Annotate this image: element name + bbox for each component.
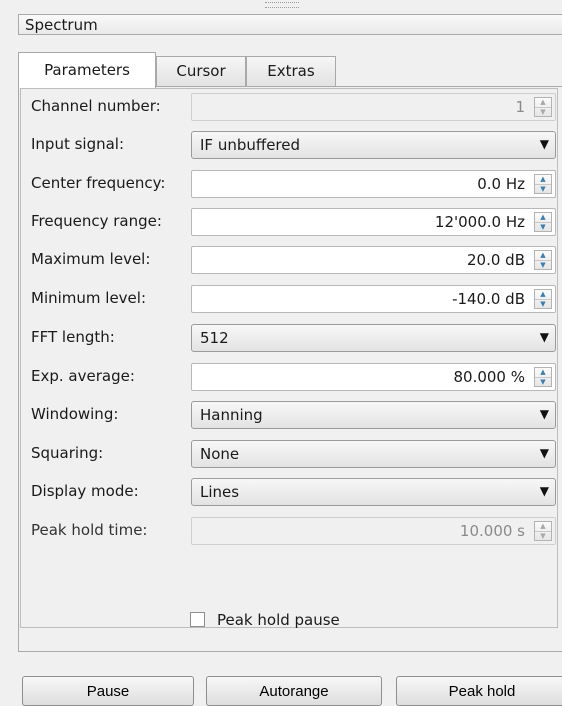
- tab-parameters[interactable]: Parameters: [18, 52, 156, 88]
- windowing-value: Hanning: [200, 406, 263, 424]
- windowing-label: Windowing:: [31, 405, 119, 423]
- fft-length-dropdown[interactable]: 512 ▼: [191, 324, 556, 352]
- frequency-range-row: Frequency range: 12'000.0 Hz ▲ ▼: [21, 204, 562, 240]
- dropdown-arrow-icon: ▼: [539, 446, 549, 460]
- spin-up-icon: ▲: [540, 522, 546, 530]
- squaring-row: Squaring: None ▼: [21, 436, 562, 472]
- peak-hold-pause-checkbox[interactable]: [190, 612, 205, 627]
- exp-average-value: 80.000 %: [453, 368, 525, 386]
- maximum-level-value: 20.0 dB: [467, 251, 525, 269]
- squaring-label: Squaring:: [31, 444, 104, 462]
- action-button-bar: Pause Autorange Peak hold: [18, 666, 562, 706]
- input-signal-value: IF unbuffered: [200, 136, 301, 154]
- exp-average-row: Exp. average: 80.000 % ▲ ▼: [21, 359, 562, 395]
- peak-hold-time-value: 10.000 s: [459, 522, 525, 540]
- spin-down-icon[interactable]: ▼: [535, 299, 551, 309]
- peak-hold-button[interactable]: Peak hold: [396, 676, 562, 706]
- spin-down-icon[interactable]: ▼: [535, 260, 551, 270]
- squaring-dropdown[interactable]: None ▼: [191, 440, 556, 468]
- fft-length-value: 512: [200, 329, 229, 347]
- display-mode-row: Display mode: Lines ▼: [21, 474, 562, 510]
- maximum-level-row: Maximum level: 20.0 dB ▲ ▼: [21, 242, 562, 278]
- dropdown-arrow-icon: ▼: [539, 330, 549, 344]
- spin-down-icon: ▼: [535, 107, 551, 117]
- tab-extras[interactable]: Extras: [246, 56, 336, 86]
- channel-number-spinbox: 1 ▲ ▼: [191, 93, 556, 121]
- spin-down-icon[interactable]: ▼: [535, 222, 551, 232]
- input-signal-row: Input signal: IF unbuffered ▼: [21, 127, 562, 163]
- display-mode-label: Display mode:: [31, 482, 139, 500]
- windowing-row: Windowing: Hanning ▼: [21, 397, 562, 433]
- maximum-level-label: Maximum level:: [31, 250, 151, 268]
- frequency-range-value: 12'000.0 Hz: [434, 213, 525, 231]
- windowing-dropdown[interactable]: Hanning ▼: [191, 401, 556, 429]
- peak-hold-time-spin-buttons: ▲ ▼: [534, 521, 552, 541]
- minimum-level-spin-buttons[interactable]: ▲ ▼: [534, 289, 552, 309]
- tab-parameters-label: Parameters: [44, 61, 130, 79]
- autorange-button[interactable]: Autorange: [206, 676, 382, 706]
- center-frequency-value: 0.0 Hz: [477, 175, 525, 193]
- minimum-level-row: Minimum level: -140.0 dB ▲ ▼: [21, 281, 562, 317]
- fft-length-row: FFT length: 512 ▼: [21, 320, 562, 356]
- exp-average-spin-buttons[interactable]: ▲ ▼: [534, 367, 552, 387]
- maximum-level-spinbox[interactable]: 20.0 dB ▲ ▼: [191, 246, 556, 274]
- spin-up-icon[interactable]: ▲: [535, 368, 551, 377]
- center-frequency-spin-buttons[interactable]: ▲ ▼: [534, 174, 552, 194]
- peak-hold-time-label: Peak hold time:: [31, 521, 148, 539]
- fft-length-label: FFT length:: [31, 328, 115, 346]
- tab-cursor-label: Cursor: [176, 62, 226, 80]
- display-mode-dropdown[interactable]: Lines ▼: [191, 478, 556, 506]
- spin-down-icon: ▼: [535, 531, 551, 541]
- squaring-value: None: [200, 445, 240, 463]
- dock-drag-handle[interactable]: [265, 2, 299, 8]
- peak-hold-time-row: Peak hold time: 10.000 s ▲ ▼: [21, 513, 562, 549]
- center-frequency-spinbox[interactable]: 0.0 Hz ▲ ▼: [191, 170, 556, 198]
- exp-average-spinbox[interactable]: 80.000 % ▲ ▼: [191, 363, 556, 391]
- channel-number-row: Channel number: 1 ▲ ▼: [21, 89, 562, 125]
- tab-cursor[interactable]: Cursor: [156, 56, 246, 86]
- spin-down-icon[interactable]: ▼: [535, 377, 551, 387]
- center-frequency-row: Center frequency: 0.0 Hz ▲ ▼: [21, 166, 562, 202]
- frequency-range-label: Frequency range:: [31, 212, 162, 230]
- parameters-group: Channel number: 1 ▲ ▼ Input signal: IF u…: [20, 88, 558, 628]
- peak-hold-time-spinbox: 10.000 s ▲ ▼: [191, 517, 556, 545]
- frequency-range-spin-buttons[interactable]: ▲ ▼: [534, 212, 552, 232]
- spin-down-icon[interactable]: ▼: [535, 184, 551, 194]
- pause-button[interactable]: Pause: [22, 676, 194, 706]
- spin-up-icon[interactable]: ▲: [535, 213, 551, 222]
- dock-title-label: Spectrum: [25, 16, 98, 34]
- channel-number-label: Channel number:: [31, 97, 161, 115]
- tab-extras-label: Extras: [267, 62, 315, 80]
- center-frequency-label: Center frequency:: [31, 174, 166, 192]
- spin-up-icon[interactable]: ▲: [535, 251, 551, 260]
- minimum-level-spinbox[interactable]: -140.0 dB ▲ ▼: [191, 285, 556, 313]
- spin-up-icon: ▲: [540, 98, 546, 106]
- input-signal-dropdown[interactable]: IF unbuffered ▼: [191, 131, 556, 159]
- dock-title: Spectrum: [18, 14, 562, 35]
- dropdown-arrow-icon: ▼: [539, 407, 549, 421]
- exp-average-label: Exp. average:: [31, 367, 135, 385]
- minimum-level-label: Minimum level:: [31, 289, 147, 307]
- channel-number-spin-buttons: ▲ ▼: [534, 97, 552, 117]
- minimum-level-value: -140.0 dB: [452, 290, 525, 308]
- channel-number-value: 1: [515, 98, 525, 116]
- dropdown-arrow-icon: ▼: [539, 137, 549, 151]
- display-mode-value: Lines: [200, 483, 240, 501]
- frequency-range-spinbox[interactable]: 12'000.0 Hz ▲ ▼: [191, 208, 556, 236]
- spin-up-icon[interactable]: ▲: [535, 290, 551, 299]
- input-signal-label: Input signal:: [31, 135, 125, 153]
- maximum-level-spin-buttons[interactable]: ▲ ▼: [534, 250, 552, 270]
- spin-up-icon[interactable]: ▲: [535, 175, 551, 184]
- peak-hold-pause-label: Peak hold pause: [217, 611, 340, 629]
- dropdown-arrow-icon: ▼: [539, 484, 549, 498]
